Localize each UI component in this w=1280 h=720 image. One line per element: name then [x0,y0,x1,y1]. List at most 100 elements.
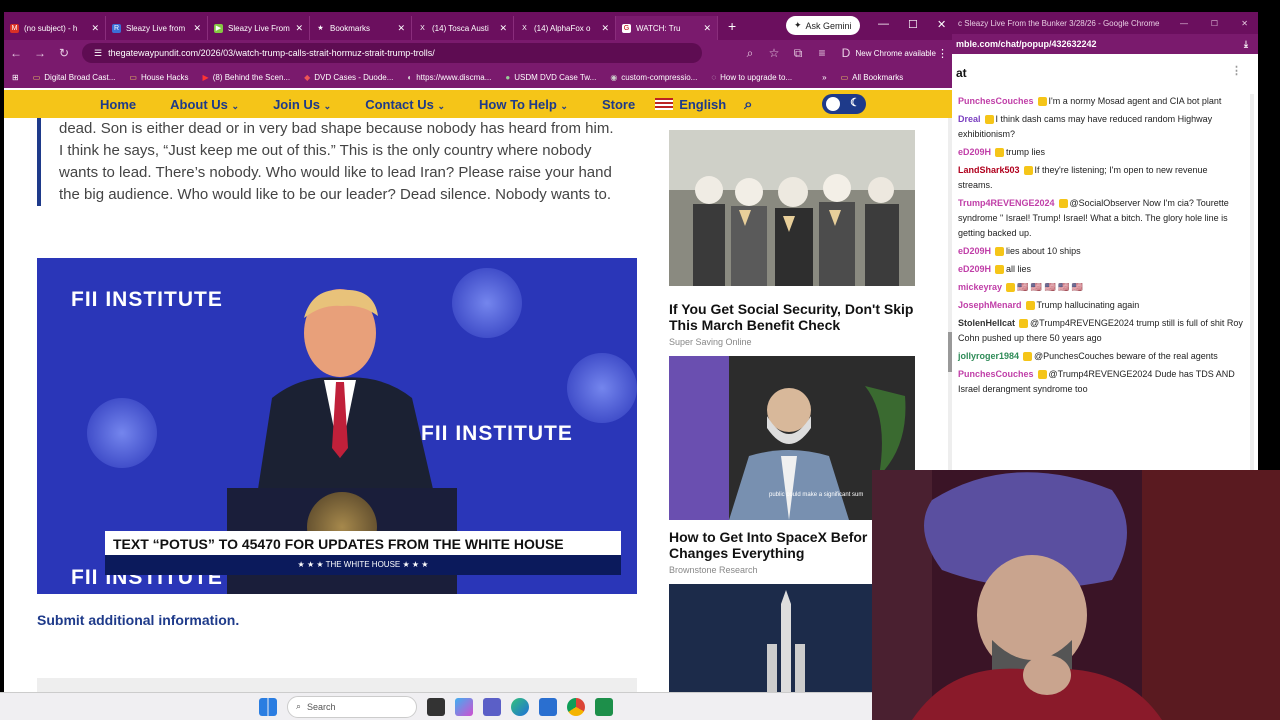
all-bookmarks[interactable]: ▭ All Bookmarks [841,73,904,82]
close-icon[interactable]: ✕ [295,23,303,34]
reload-icon[interactable]: ↻ [52,46,76,60]
bookmark-item[interactable]: ◐ https://www.discma... [407,73,491,82]
minimize-icon[interactable]: — [1180,19,1188,28]
dark-mode-toggle[interactable]: ☾ [822,94,866,114]
bookmark-label: Digital Broad Cast... [44,72,116,82]
chat-username[interactable]: jollyroger1984 [958,351,1019,361]
close-icon[interactable]: ✕ [499,23,507,34]
tab[interactable]: ★ Bookmarks ✕ [310,16,412,40]
bookmark-item[interactable]: ▶ (8) Behind the Scen... [203,73,291,82]
badge-icon [984,115,994,125]
menu-icon[interactable]: ⋮ [937,47,948,60]
back-icon[interactable]: ← [4,46,28,60]
minimize-icon[interactable]: — [878,18,889,30]
tab[interactable]: X (14) Tosca Austi ✕ [412,16,514,40]
chat-menu-icon[interactable]: ⋮ [1231,64,1242,77]
chat-username[interactable]: PunchesCouches [958,96,1034,106]
chat-message: jollyroger1984 @PunchesCouches beware of … [952,349,1248,364]
extensions-icon[interactable]: ⧉ [786,46,810,61]
close-window-icon[interactable]: ✕ [1241,19,1248,28]
ad-card[interactable]: If You Get Social Security, Don't Skip T… [669,130,915,347]
comment-box [37,678,637,692]
nav-home[interactable]: Home [100,97,136,112]
bookmark-item[interactable]: ● USDM DVD Case Tw... [505,73,596,82]
chat-url-bar: mble.com/chat/popup/432632242 ⤓ [952,34,1258,54]
chrome-icon[interactable] [567,697,585,716]
bookmark-item[interactable]: ▭ Digital Broad Cast... [33,73,116,82]
chat-message: eD209H lies about 10 ships [952,244,1248,259]
store-icon[interactable] [539,697,557,716]
chat-scrollbar[interactable] [1250,94,1254,470]
teams-icon[interactable] [483,697,501,716]
tab[interactable]: M (no subject) - h ✕ [4,16,106,40]
chat-username[interactable]: eD209H [958,246,991,256]
close-window-icon[interactable]: ✕ [937,18,946,31]
chat-username[interactable]: mickeyray [958,282,1002,292]
nav-store[interactable]: Store [602,97,635,112]
reading-list-icon[interactable]: ≡ [810,46,834,60]
app-icon[interactable] [595,697,613,716]
search-icon[interactable]: ⌕ [744,96,752,113]
chat-username[interactable]: Trump4REVENGE2024 [958,198,1055,208]
tab-active[interactable]: G WATCH: Tru ✕ [616,16,718,40]
tab[interactable]: R Sleazy Live from ✕ [106,16,208,40]
new-chrome-available-button[interactable]: New Chrome available [856,49,936,58]
file-explorer-icon[interactable] [427,697,445,716]
chat-username[interactable]: PunchesCouches [958,369,1034,379]
bookmark-label: DVD Cases - Duode... [314,72,394,82]
chat-username[interactable]: LandShark503 [958,165,1020,175]
chat-username[interactable]: StolenHellcat [958,318,1015,328]
nav-join-us[interactable]: Join Us ⌄ [273,97,331,112]
bookmark-item[interactable]: ◉ custom-compressio... [610,73,697,82]
close-icon[interactable]: ✕ [601,23,609,34]
tab[interactable]: ▶ Sleazy Live From ✕ [208,16,310,40]
site-info-icon[interactable]: ☰ [94,48,102,59]
ad-image [669,130,915,286]
taskbar-search[interactable]: ⌕ Search [287,695,417,718]
tab[interactable]: X (14) AlphaFox o ✕ [514,16,616,40]
copilot-icon[interactable] [455,697,473,716]
maximize-icon[interactable]: ☐ [908,18,918,31]
close-icon[interactable]: ✕ [397,23,405,34]
chevron-down-icon: ⌄ [323,100,332,111]
bookmark-item[interactable]: ◌ How to upgrade to... [711,73,792,82]
windows-start-icon[interactable] [259,697,277,716]
forward-icon[interactable]: → [28,46,52,60]
eagle-seal-icon [452,268,522,338]
chat-text: Trump hallucinating again [1036,300,1140,310]
nav-label: How To Help [479,96,557,112]
bookmark-item[interactable]: ◆ DVD Cases - Duode... [304,73,393,82]
close-icon[interactable]: ✕ [703,23,711,34]
edge-icon[interactable] [511,697,529,716]
submit-info-link[interactable]: Submit additional information. [37,612,239,628]
close-icon[interactable]: ✕ [193,23,201,34]
zoom-icon[interactable]: ⌕ [738,46,762,61]
url-field[interactable]: ☰ thegatewaypundit.com/2026/03/watch-trum… [82,43,702,63]
bookmark-label: House Hacks [140,72,189,82]
badge-icon [1025,301,1035,311]
folder-icon: ▭ [840,72,849,82]
bookmark-label: (8) Behind the Scen... [212,72,291,82]
bookmark-star-icon[interactable]: ☆ [762,46,786,60]
chat-message: JosephMenard Trump hallucinating again [952,298,1248,313]
close-icon[interactable]: ✕ [91,23,99,34]
nav-about-us[interactable]: About Us ⌄ [170,97,239,112]
new-tab-button[interactable]: + [718,18,746,34]
bookmark-item[interactable]: ▭ House Hacks [129,73,188,82]
profile-avatar[interactable]: D [834,46,858,60]
chat-username[interactable]: JosephMenard [958,300,1022,310]
chat-username[interactable]: eD209H [958,147,991,157]
nav-contact-us[interactable]: Contact Us ⌄ [365,97,445,112]
ask-gemini-button[interactable]: ✦ Ask Gemini [786,16,860,35]
taskbar-search-label: Search [307,701,336,712]
download-icon[interactable]: ⤓ [1244,39,1248,50]
maximize-icon[interactable]: ☐ [1211,19,1218,28]
video-player[interactable]: FII INSTITUTE FII INSTITUTE FII INSTITUT… [37,258,637,594]
apps-icon[interactable]: ⊞ [12,73,19,82]
nav-how-to-help[interactable]: How To Help ⌄ [479,97,568,112]
chat-username[interactable]: Dreal [958,114,981,124]
chevron-right-icon[interactable]: » [822,73,826,82]
tab-strip: M (no subject) - h ✕ R Sleazy Live from ✕ ▶ S… [4,12,952,40]
chat-username[interactable]: eD209H [958,264,991,274]
language-selector[interactable]: English [679,97,726,112]
